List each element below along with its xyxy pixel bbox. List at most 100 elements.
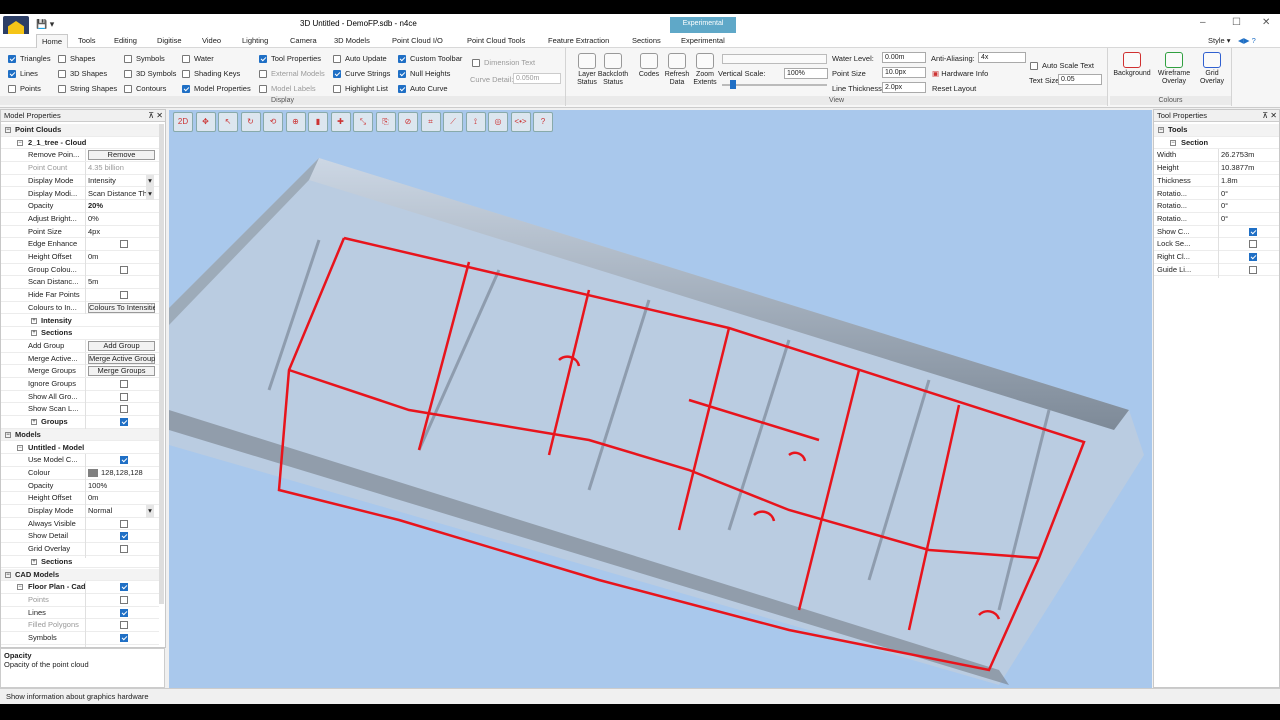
expand-toggle-icon[interactable]: − xyxy=(17,584,23,591)
lines-checkbox[interactable]: Lines xyxy=(8,69,38,78)
checkbox-icon[interactable] xyxy=(333,69,341,78)
chevron-down-icon[interactable]: ▾ xyxy=(146,505,154,518)
checkbox-icon[interactable] xyxy=(1249,240,1257,249)
panel-close-icon[interactable]: ⊼ ✕ xyxy=(148,111,163,120)
property-value[interactable]: 0° xyxy=(1218,200,1278,213)
property-value[interactable]: 5m xyxy=(85,276,155,290)
property-value[interactable]: Normal ▾ xyxy=(85,505,155,518)
property-value[interactable]: 4px xyxy=(85,225,155,239)
checkbox-icon[interactable] xyxy=(120,240,128,249)
vertical-scale-input[interactable]: 100% xyxy=(784,68,828,79)
property-value[interactable]: 0m xyxy=(85,251,155,264)
checkbox-icon[interactable] xyxy=(120,532,128,541)
wireframe-overlay-button[interactable]: Wireframe Overlay xyxy=(1154,52,1194,86)
property-value[interactable]: 10.3877m xyxy=(1218,162,1278,175)
checkbox-icon[interactable] xyxy=(182,84,190,93)
checkbox-icon[interactable] xyxy=(120,595,128,604)
tab-tools[interactable]: Tools xyxy=(78,36,96,45)
point-cloud-scene[interactable] xyxy=(169,110,1152,688)
auto-update-checkbox[interactable]: Auto Update xyxy=(333,54,387,63)
line-thickness-input[interactable]: 2.0px xyxy=(882,82,926,93)
checkbox-icon[interactable] xyxy=(120,291,128,300)
property-value[interactable]: 1.8m xyxy=(1218,174,1278,188)
checkbox-icon[interactable] xyxy=(58,54,66,63)
points-checkbox[interactable]: Points xyxy=(8,84,41,93)
expand-toggle-icon[interactable]: − xyxy=(1170,139,1176,146)
dimension-text-checkbox[interactable]: Dimension Text xyxy=(472,58,535,67)
remove-button[interactable]: Remove xyxy=(88,150,155,161)
water-checkbox[interactable]: Water xyxy=(182,54,214,63)
3d-symbols-checkbox[interactable]: 3D Symbols xyxy=(124,69,176,78)
expand-toggle-icon[interactable]: + xyxy=(31,558,37,565)
expand-toggle-icon[interactable]: + xyxy=(31,330,37,337)
property-value[interactable]: 0° xyxy=(1218,212,1278,226)
grid-overlay-button[interactable]: Grid Overlay xyxy=(1192,52,1232,86)
property-value[interactable]: 128,128,128 xyxy=(85,466,155,480)
hardware-info-button[interactable]: ▣ Hardware Info xyxy=(932,69,988,78)
tool-properties-checkbox[interactable]: Tool Properties xyxy=(259,54,321,63)
checkbox-icon[interactable] xyxy=(1249,253,1257,261)
checkbox-icon[interactable] xyxy=(398,54,406,63)
shading-keys-checkbox[interactable]: Shading Keys xyxy=(182,69,240,78)
zoom-extents-button[interactable]: Zoom Extents xyxy=(688,53,722,87)
checkbox-icon[interactable] xyxy=(259,84,267,93)
model-properties-checkbox[interactable]: Model Properties xyxy=(182,84,251,93)
checkbox-icon[interactable] xyxy=(333,54,341,63)
water-level-input[interactable]: 0.00m xyxy=(882,52,926,63)
property-value[interactable]: 4.35 billion xyxy=(85,162,155,175)
checkbox-icon[interactable] xyxy=(124,54,132,63)
checkbox-icon[interactable] xyxy=(8,69,16,78)
custom-toolbar-checkbox[interactable]: Custom Toolbar xyxy=(398,54,462,63)
checkbox-icon[interactable] xyxy=(333,84,341,93)
tab-3d-models[interactable]: 3D Models xyxy=(334,36,370,45)
external-models-checkbox[interactable]: External Models xyxy=(259,69,325,78)
expand-toggle-icon[interactable]: + xyxy=(31,317,37,324)
tab-feature-extraction[interactable]: Feature Extraction xyxy=(548,36,609,45)
checkbox-icon[interactable] xyxy=(1249,227,1257,236)
checkbox-icon[interactable] xyxy=(120,621,128,630)
style-menu[interactable]: Style ▾ xyxy=(1208,36,1231,45)
property-value[interactable]: 26.2753m xyxy=(1218,149,1278,163)
checkbox-icon[interactable] xyxy=(8,54,16,63)
checkbox-icon[interactable] xyxy=(124,69,132,78)
expand-toggle-icon[interactable]: − xyxy=(1158,127,1164,133)
tab-video[interactable]: Video xyxy=(202,36,221,45)
expand-toggle-icon[interactable]: + xyxy=(31,419,37,426)
expand-toggle-icon[interactable]: − xyxy=(17,444,23,451)
view-presets-toolbar[interactable] xyxy=(722,54,827,64)
text-size-input[interactable]: 0.05 xyxy=(1058,74,1102,85)
symbols-checkbox[interactable]: Symbols xyxy=(124,54,165,63)
checkbox-icon[interactable] xyxy=(120,405,128,414)
checkbox-icon[interactable] xyxy=(120,608,128,617)
property-value[interactable]: 100% xyxy=(85,479,155,493)
checkbox-icon[interactable] xyxy=(58,69,66,78)
contours-checkbox[interactable]: Contours xyxy=(124,84,166,93)
property-value[interactable]: 0m xyxy=(85,492,155,505)
point-size-input[interactable]: 10.0px xyxy=(882,67,926,78)
checkbox-icon[interactable] xyxy=(120,380,128,388)
add-group-button[interactable]: Add Group xyxy=(88,340,155,351)
3d-shapes-checkbox[interactable]: 3D Shapes xyxy=(58,69,107,78)
curve-strings-checkbox[interactable]: Curve Strings xyxy=(333,69,390,78)
slider-thumb[interactable] xyxy=(730,80,736,89)
curve-detail-input[interactable]: 0.050m xyxy=(513,73,561,84)
tab-lighting[interactable]: Lighting xyxy=(242,36,268,45)
tab-editing[interactable]: Editing xyxy=(114,36,137,45)
scrollbar[interactable] xyxy=(159,124,164,604)
tab-sections[interactable]: Sections xyxy=(632,36,661,45)
checkbox-icon[interactable] xyxy=(8,84,16,93)
checkbox-icon[interactable] xyxy=(398,84,406,93)
nav-arrows-icon[interactable]: ◀▶ ? xyxy=(1238,36,1256,45)
model-labels-checkbox[interactable]: Model Labels xyxy=(259,84,316,93)
reset-layout-button[interactable]: Reset Layout xyxy=(932,84,976,93)
checkbox-icon[interactable] xyxy=(120,392,128,401)
property-value[interactable]: 0° xyxy=(1218,187,1278,201)
anti-aliasing-select[interactable]: 4x xyxy=(978,52,1026,63)
checkbox-icon[interactable] xyxy=(120,456,128,465)
colour-swatch[interactable] xyxy=(88,468,98,477)
expand-toggle-icon[interactable]: − xyxy=(17,139,23,146)
vertical-scale-slider[interactable] xyxy=(722,84,827,86)
checkbox-icon[interactable] xyxy=(124,84,132,93)
3d-viewport[interactable]: 2D ✥ ↖ ↻ ⟲ ⊕ ▮ ✚ ⤡ ⎘ ⊘ ⌗ ⟋ ⟟ ◎ <•>? xyxy=(169,110,1152,688)
checkbox-icon[interactable] xyxy=(398,69,406,78)
